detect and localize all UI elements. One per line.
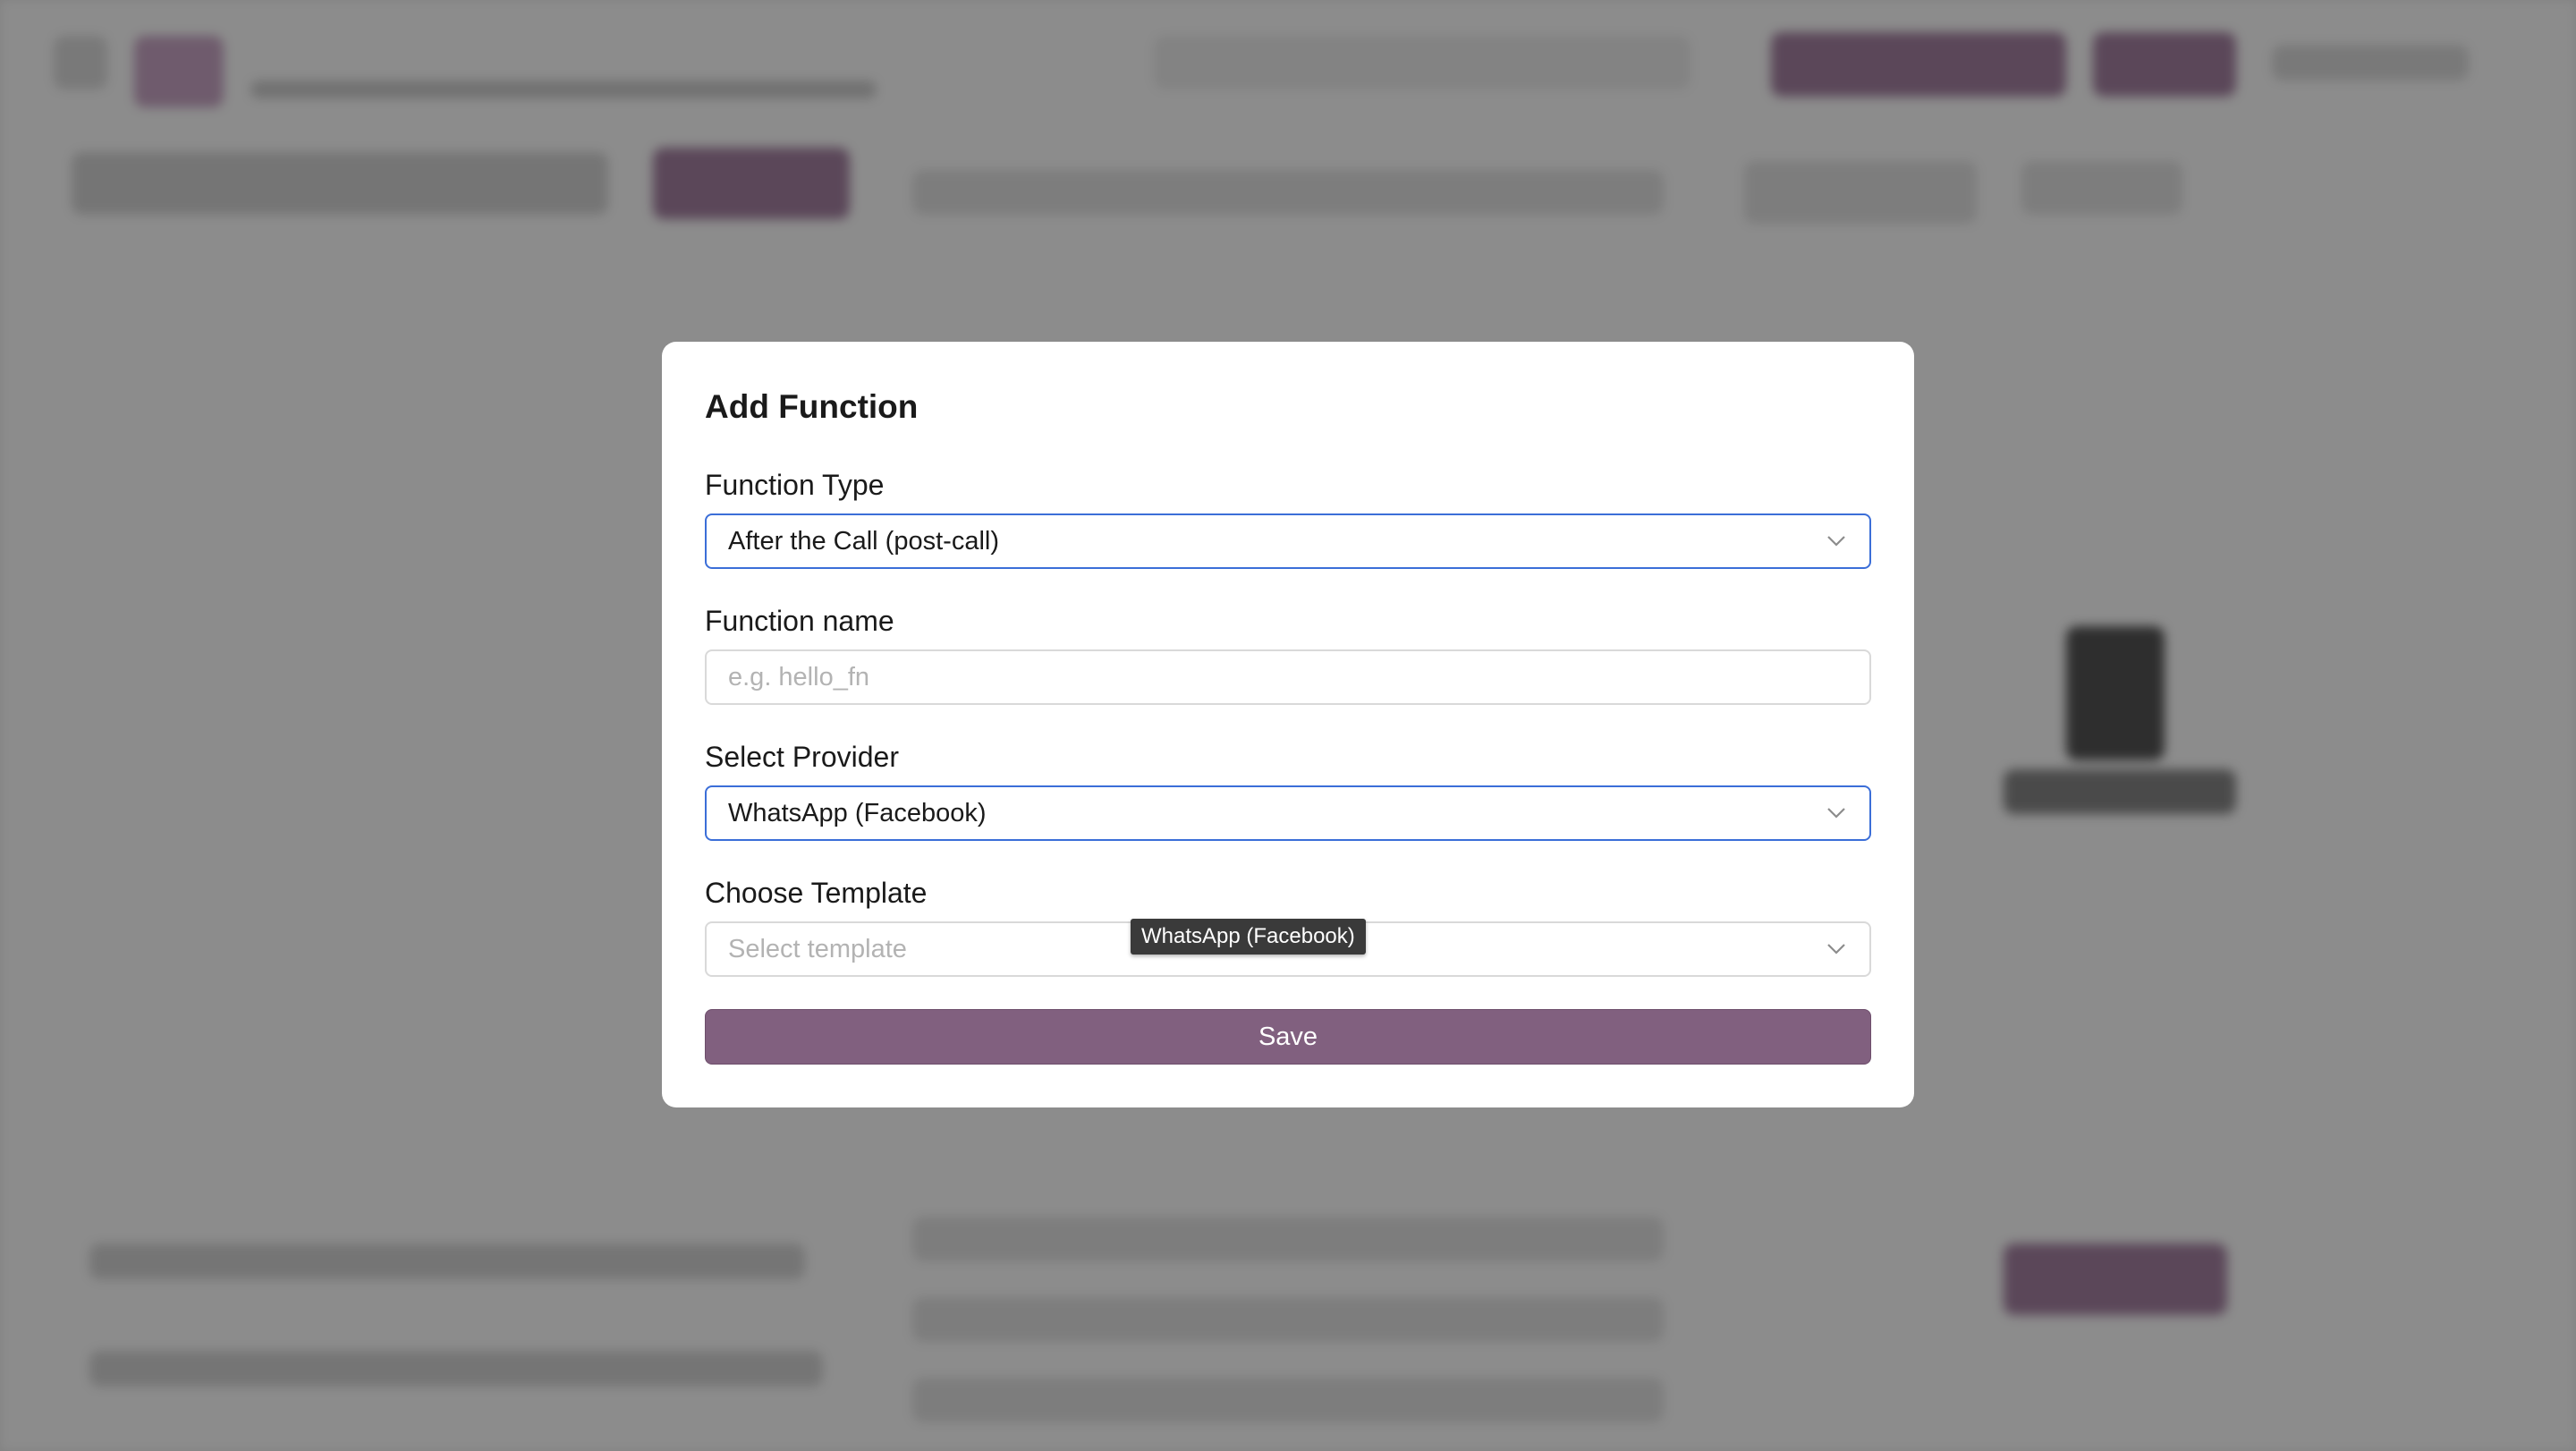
- function-type-value: After the Call (post-call): [728, 526, 999, 556]
- save-button[interactable]: Save: [705, 1009, 1871, 1065]
- provider-select[interactable]: WhatsApp (Facebook): [705, 785, 1871, 841]
- add-function-modal: Add Function Function Type After the Cal…: [662, 342, 1914, 1107]
- provider-label: Select Provider: [705, 741, 899, 773]
- template-label: Choose Template: [705, 877, 928, 909]
- chevron-down-icon: [1825, 530, 1848, 553]
- function-name-placeholder: e.g. hello_fn: [728, 662, 870, 692]
- provider-value: WhatsApp (Facebook): [728, 798, 987, 827]
- function-type-select[interactable]: After the Call (post-call): [705, 513, 1871, 569]
- chevron-down-icon: [1825, 938, 1848, 961]
- function-type-label: Function Type: [705, 469, 885, 501]
- modal-title: Add Function: [705, 388, 919, 425]
- chevron-down-icon: [1825, 802, 1848, 825]
- function-name-label: Function name: [705, 605, 894, 637]
- provider-tooltip: WhatsApp (Facebook): [1131, 919, 1366, 955]
- function-name-input[interactable]: e.g. hello_fn: [705, 649, 1871, 705]
